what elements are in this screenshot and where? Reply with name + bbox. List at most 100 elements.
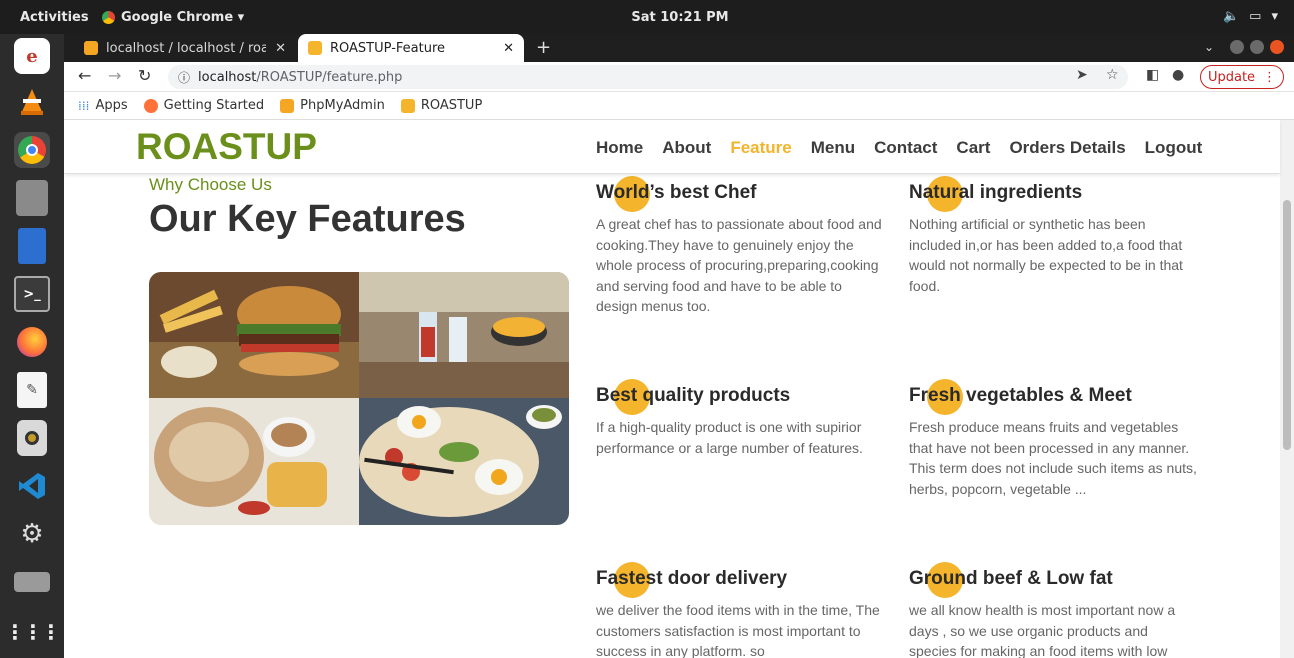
profile-icon[interactable]: ●	[1172, 67, 1184, 83]
volume-icon: 🔈	[1222, 9, 1240, 24]
page-viewport: ROASTUP Home About Feature Menu Contact …	[64, 120, 1294, 658]
battery-icon: ▭	[1249, 9, 1262, 24]
bookmark-phpmyadmin[interactable]: PhpMyAdmin	[280, 98, 385, 113]
send-icon[interactable]: ➤	[1076, 67, 1088, 83]
main-nav: Home About Feature Menu Contact Cart Ord…	[596, 138, 1202, 158]
feature-title: Natural ingredients	[909, 182, 1083, 203]
roastup-icon	[400, 98, 415, 113]
feature-card: Ground beef & Low fat we all know health…	[909, 562, 1199, 658]
bookmark-label: Getting Started	[163, 98, 265, 113]
maximize-button[interactable]	[1250, 40, 1264, 54]
clock[interactable]: Sat 10:21 PM	[620, 10, 740, 25]
vscode-icon[interactable]	[14, 468, 50, 504]
firefox-icon	[143, 98, 158, 113]
nav-cart[interactable]: Cart	[956, 138, 990, 158]
text-editor-icon[interactable]: ✎	[17, 372, 47, 408]
side-panel-icon[interactable]: ◧	[1146, 67, 1159, 83]
address-bar[interactable]: ⓘ localhost/ROASTUP/feature.php	[168, 65, 1128, 89]
browser-window: localhost / localhost / roa ✕ ROASTUP-Fe…	[64, 34, 1294, 658]
feature-title: Best quality products	[596, 385, 791, 406]
firefox-icon[interactable]	[14, 324, 50, 360]
tab-phpmyadmin[interactable]: localhost / localhost / roa ✕	[74, 34, 296, 62]
close-icon[interactable]: ✕	[503, 41, 514, 56]
terminal-icon[interactable]: >_	[14, 276, 50, 312]
forward-button[interactable]: →	[108, 66, 121, 85]
feature-card: Best quality products If a high-quality …	[596, 379, 886, 458]
nav-feature[interactable]: Feature	[730, 138, 791, 158]
nav-about[interactable]: About	[662, 138, 711, 158]
page-scrollbar[interactable]	[1280, 120, 1294, 658]
app-icon[interactable]: e	[14, 38, 50, 74]
nav-orders-details[interactable]: Orders Details	[1009, 138, 1125, 158]
scanner-icon[interactable]	[14, 572, 50, 592]
close-icon[interactable]: ✕	[275, 41, 286, 56]
tab-roastup-feature[interactable]: ROASTUP-Feature ✕	[298, 34, 524, 62]
tab-strip: localhost / localhost / roa ✕ ROASTUP-Fe…	[64, 34, 1294, 62]
system-tray[interactable]: 🔈 ▭ ▾	[1223, 9, 1278, 24]
feature-card: Fastest door delivery we deliver the foo…	[596, 562, 886, 658]
info-icon[interactable]: ⓘ	[178, 69, 190, 86]
tab-title: localhost / localhost / roa	[106, 40, 266, 56]
chrome-icon	[102, 11, 115, 24]
minimize-button[interactable]	[1230, 40, 1244, 54]
bookmarks-bar: ⁞⁞⁞ Apps Getting Started PhpMyAdmin ROAS…	[64, 92, 1294, 120]
site-header: ROASTUP Home About Feature Menu Contact …	[64, 120, 1280, 174]
feature-text: Fresh produce means fruits and vegetable…	[909, 419, 1197, 497]
page-title: Our Key Features	[149, 198, 466, 240]
bookmark-star-icon[interactable]: ☆	[1106, 67, 1119, 83]
tab-search-icon[interactable]: ⌄	[1204, 40, 1214, 54]
app-menu-label: Google Chrome ▾	[121, 10, 245, 25]
apps-grid-icon[interactable]: ⋮⋮⋮	[5, 614, 61, 650]
vscode-logo	[19, 473, 45, 499]
bookmark-label: ROASTUP	[420, 98, 483, 113]
url-host: localhost	[198, 69, 257, 85]
section-subtitle: Why Choose Us	[149, 175, 272, 194]
nav-contact[interactable]: Contact	[874, 138, 937, 158]
back-button[interactable]: ←	[78, 66, 91, 85]
scrollbar-thumb[interactable]	[1283, 200, 1291, 450]
nav-logout[interactable]: Logout	[1145, 138, 1203, 158]
document-icon[interactable]	[18, 228, 46, 264]
activities-button[interactable]: Activities	[20, 10, 89, 25]
feature-text: we deliver the food items with in the ti…	[596, 602, 880, 658]
reload-button[interactable]: ↻	[138, 66, 151, 85]
nav-menu[interactable]: Menu	[811, 138, 855, 158]
feature-text: If a high-quality product is one with su…	[596, 419, 863, 456]
feature-title: Fastest door delivery	[596, 568, 788, 589]
food-collage-image	[149, 272, 569, 525]
firefox-logo	[17, 327, 47, 357]
site-logo[interactable]: ROASTUP	[136, 126, 317, 168]
app-menu[interactable]: Google Chrome ▾	[102, 10, 244, 25]
more-options-icon: ⋮	[1263, 69, 1277, 85]
apps-grid-icon: ⁞⁞⁞	[78, 98, 90, 113]
chrome-icon[interactable]	[14, 132, 50, 168]
feature-text: Nothing artificial or synthetic has been…	[909, 216, 1183, 294]
files-icon[interactable]	[16, 180, 48, 216]
settings-icon[interactable]: ⚙	[14, 516, 50, 552]
chrome-logo	[18, 136, 46, 164]
roastup-icon	[308, 41, 322, 55]
feature-card: Fresh vegetables & Meet Fresh produce me…	[909, 379, 1199, 499]
close-window-button[interactable]	[1270, 40, 1284, 54]
bookmark-getting-started[interactable]: Getting Started	[143, 98, 265, 113]
url-path: /ROASTUP/feature.php	[256, 69, 403, 85]
new-tab-button[interactable]: +	[536, 37, 551, 58]
phpmyadmin-icon	[84, 41, 98, 55]
bookmark-apps[interactable]: ⁞⁞⁞ Apps	[78, 98, 128, 113]
browser-toolbar: ← → ↻ ⓘ localhost/ROASTUP/feature.php ➤ …	[64, 62, 1294, 92]
bookmark-label: PhpMyAdmin	[300, 98, 385, 113]
bookmark-label: Apps	[95, 98, 128, 113]
nav-home[interactable]: Home	[596, 138, 643, 158]
window-controls: ⌄	[1204, 40, 1284, 54]
feature-title: Fresh vegetables & Meet	[909, 385, 1132, 406]
dock: e >_ ✎ ⚙ ⋮⋮⋮	[0, 34, 64, 658]
bookmark-roastup[interactable]: ROASTUP	[400, 98, 483, 113]
feature-text: A great chef has to passionate about foo…	[596, 216, 882, 314]
vlc-cone-icon	[21, 89, 43, 115]
feature-card: Natural ingredients Nothing artificial o…	[909, 176, 1199, 296]
audio-icon[interactable]	[17, 420, 47, 456]
tab-title: ROASTUP-Feature	[330, 40, 446, 56]
update-button[interactable]: Update ⋮	[1200, 65, 1284, 89]
feature-title: Ground beef & Low fat	[909, 568, 1113, 589]
vlc-icon[interactable]	[14, 84, 50, 120]
